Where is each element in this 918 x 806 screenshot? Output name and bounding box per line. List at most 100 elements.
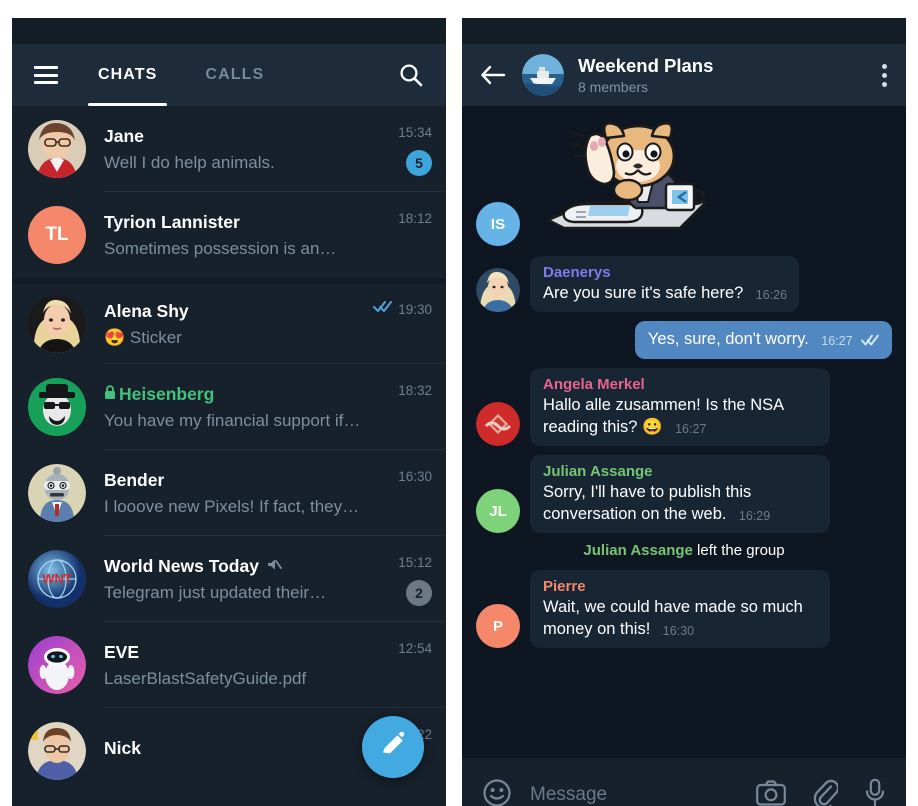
chat-item-preview: 😍 Sticker <box>104 327 182 347</box>
message-row-outgoing[interactable]: Yes, sure, don't worry. 16:27 <box>476 321 892 360</box>
chat-item-name: World News Today <box>104 555 259 576</box>
message-row-julian-assange[interactable]: JL Julian Assange Sorry, I'll have to pu… <box>476 455 892 534</box>
avatar <box>28 378 86 436</box>
chat-list-item-alena-shy[interactable]: Alena Shy 😍 Sticker 19:30 <box>12 278 446 364</box>
chat-item-time: 16:30 <box>398 469 432 484</box>
message-composer: Message <box>462 758 906 806</box>
message-avatar: JL <box>476 489 520 534</box>
message-bubble[interactable]: Pierre Wait, we could have made so much … <box>530 570 830 649</box>
hamburger-menu-icon[interactable] <box>34 66 58 84</box>
chat-item-meta: 18:32 <box>398 379 432 435</box>
conversation-app-bar: Weekend Plans 8 members <box>462 44 906 106</box>
search-icon[interactable] <box>398 62 424 88</box>
more-options-icon[interactable] <box>882 63 888 87</box>
chat-item-body: Tyrion Lannister Sometimes possession is… <box>104 212 392 259</box>
conversation-avatar[interactable] <box>522 54 564 96</box>
chat-list-app-bar: CHATS CALLS <box>12 44 446 106</box>
avatar: TL <box>28 206 86 264</box>
chat-item-preview: Telegram just updated their… <box>104 582 327 602</box>
chat-item-meta: 19:30 <box>373 296 432 352</box>
message-row-angela-merkel[interactable]: Angela Merkel Hallo alle zusammen! Is th… <box>476 368 892 447</box>
shiba-inu-newspaper-sticker <box>530 116 716 246</box>
chat-item-meta: 15:12 2 <box>398 551 432 607</box>
chat-item-time: 15:34 <box>398 125 432 140</box>
message-bubble-outgoing[interactable]: Yes, sure, don't worry. 16:27 <box>634 321 892 360</box>
chat-item-body: EVE LaserBlastSafetyGuide.pdf <box>104 642 392 689</box>
message-sender: Angela Merkel <box>543 376 645 394</box>
camera-icon[interactable] <box>756 779 786 806</box>
chat-list-item-eve[interactable]: EVE LaserBlastSafetyGuide.pdf 12:54 <box>12 622 446 708</box>
message-text: Are you sure it's safe here? <box>543 284 744 302</box>
composer-actions <box>756 778 886 806</box>
screenshot-stage: CHATS CALLS Jane Well I do help animals.… <box>0 0 918 806</box>
message-row-pierre[interactable]: P Pierre Wait, we could have made so muc… <box>476 570 892 649</box>
avatar <box>28 722 86 780</box>
service-message-text: Julian Assange left the group <box>583 542 784 559</box>
read-ticks-icon <box>373 300 393 318</box>
chat-item-body: Jane Well I do help animals. <box>104 126 392 173</box>
avatar <box>28 120 86 178</box>
lock-icon <box>104 384 116 405</box>
chat-item-preview: Well I do help animals. <box>104 152 275 172</box>
chat-list[interactable]: Jane Well I do help animals. 15:34 5 TL <box>12 106 446 806</box>
chat-item-name: EVE <box>104 641 140 662</box>
message-row-daenerys[interactable]: Daenerys Are you sure it's safe here? 16… <box>476 256 892 313</box>
chat-item-name: Alena Shy <box>104 300 189 321</box>
status-bar-right <box>462 18 906 44</box>
message-avatar: P <box>476 604 520 649</box>
avatar-initials: P <box>492 617 503 635</box>
microphone-icon[interactable] <box>864 778 886 806</box>
avatar-initials: IS <box>490 215 506 233</box>
conversation-titles: Weekend Plans 8 members <box>578 55 882 94</box>
avatar: WNT <box>28 550 86 608</box>
compose-fab-button[interactable] <box>362 716 424 778</box>
chat-item-body: Heisenberg You have my financial support… <box>104 384 392 431</box>
message-avatar <box>476 268 520 313</box>
message-text: Yes, sure, don't worry. <box>647 330 809 349</box>
svg-text:WNT: WNT <box>42 571 72 586</box>
message-avatar <box>476 402 520 447</box>
message-time: 16:26 <box>755 288 788 302</box>
read-ticks-icon <box>861 333 880 351</box>
smiley-icon[interactable] <box>482 778 512 806</box>
message-text: Sorry, I'll have to publish this convers… <box>543 483 752 523</box>
message-sender: Daenerys <box>543 264 611 281</box>
service-message-action: left the group <box>692 542 785 560</box>
chat-item-body: Alena Shy 😍 Sticker <box>104 301 367 348</box>
message-sender: Pierre <box>543 578 586 596</box>
message-text: Hallo alle zusammen! Is the NSA reading … <box>543 396 784 436</box>
tab-calls[interactable]: CALLS <box>203 62 266 88</box>
tab-chats[interactable]: CHATS <box>87 62 168 106</box>
message-bubble[interactable]: Julian Assange Sorry, I'll have to publi… <box>530 455 830 534</box>
chat-item-name: Heisenberg <box>119 383 215 404</box>
chat-list-item-heisenberg[interactable]: Heisenberg You have my financial support… <box>12 364 446 450</box>
chat-item-time: 12:54 <box>398 641 432 656</box>
message-time: 16:27 <box>821 334 853 349</box>
paperclip-icon[interactable] <box>812 779 840 806</box>
chat-item-preview: Sometimes possession is an… <box>104 238 337 258</box>
message-time: 16:27 <box>675 421 707 436</box>
chat-item-time: 18:32 <box>398 383 432 398</box>
avatar-initials: JL <box>489 502 507 520</box>
chat-item-preview: LaserBlastSafetyGuide.pdf <box>104 668 307 688</box>
chat-list-tabs: CHATS CALLS <box>87 62 266 106</box>
chat-list-item-tyrion-lannister[interactable]: TL Tyrion Lannister Sometimes possession… <box>12 192 446 278</box>
back-arrow-icon[interactable] <box>480 64 506 86</box>
avatar <box>28 464 86 522</box>
message-bubble[interactable]: Angela Merkel Hallo alle zusammen! Is th… <box>530 368 830 447</box>
conversation-screen: Weekend Plans 8 members IS Daenerys Are … <box>462 18 906 806</box>
chat-list-item-bender[interactable]: Bender I looove new Pixels! If fact, the… <box>12 450 446 536</box>
service-message-name: Julian Assange <box>583 542 693 560</box>
message-list[interactable]: IS Daenerys Are you sure it's safe here?… <box>462 106 906 758</box>
chat-item-preview: I looove new Pixels! If fact, they… <box>104 496 360 516</box>
chat-list-item-world-news-today[interactable]: WNT World News Today Telegram just updat… <box>12 536 446 622</box>
message-bubble[interactable]: Daenerys Are you sure it's safe here? 16… <box>530 256 800 313</box>
message-sticker[interactable]: IS <box>476 116 892 246</box>
chat-item-name: Nick <box>104 737 141 758</box>
message-time: 16:30 <box>662 623 695 638</box>
conversation-subtitle: 8 members <box>578 78 649 95</box>
pencil-icon <box>379 731 407 764</box>
message-input[interactable]: Message <box>530 784 756 806</box>
chat-list-item-jane[interactable]: Jane Well I do help animals. 15:34 5 <box>12 106 446 192</box>
chat-item-name: Bender <box>104 469 165 490</box>
